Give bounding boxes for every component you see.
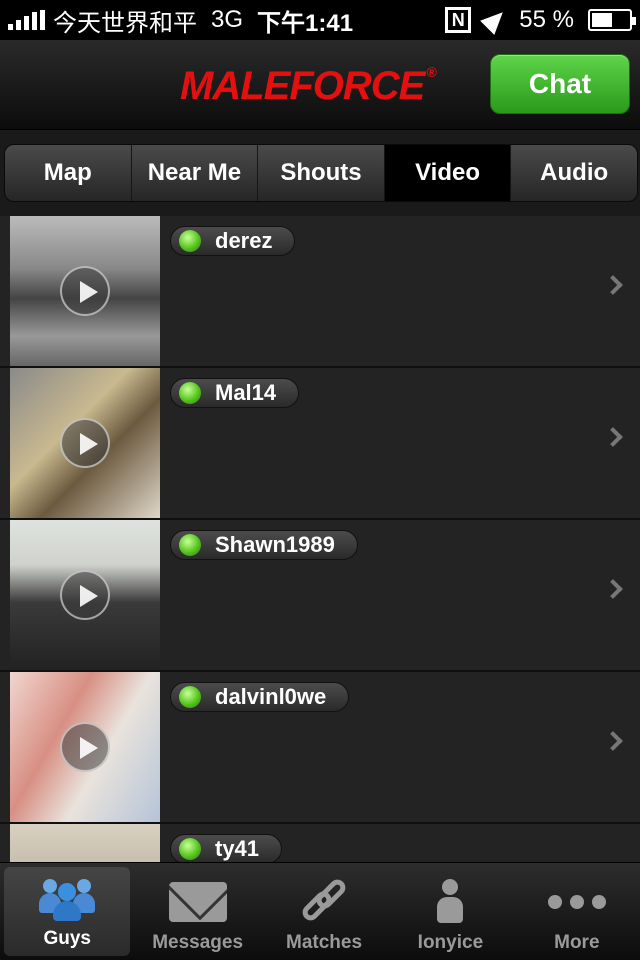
app-header: MALEFORCE ® Chat [0,40,640,130]
play-icon[interactable] [60,570,110,620]
play-icon[interactable] [60,266,110,316]
username-pill: Mal14 [170,378,300,408]
video-user-list: derez Mal14 Shawn1989 dalvinl0we ty41 [0,216,640,862]
users-icon [39,875,96,921]
tabbar-label: More [554,932,600,953]
network-type: 3G [211,6,244,33]
segmented-control: Map Near Me Shouts Video Audio [4,144,638,202]
tabbar-item-more[interactable]: More [514,863,640,960]
battery-percent: 55 % [519,6,574,33]
segmented-control-bar: Map Near Me Shouts Video Audio [0,130,640,216]
carrier-name: 今天世界和平 [53,9,197,37]
more-icon [547,895,606,909]
tab-map[interactable]: Map [5,145,132,201]
tab-audio[interactable]: Audio [511,145,637,201]
username: Shawn1989 [215,532,335,557]
video-thumbnail[interactable] [10,520,160,670]
tabbar-label: Messages [152,932,244,953]
chevron-right-icon [603,427,623,447]
username: ty41 [215,836,260,861]
tab-shouts[interactable]: Shouts [258,145,385,201]
link-icon [299,876,349,926]
chat-button[interactable]: Chat [490,54,630,114]
status-bar: 今天世界和平 3G 下午1:41 N 55 % [0,0,640,40]
online-status-icon [179,534,201,556]
online-status-icon [179,686,201,708]
clock: 下午1:41 [257,9,354,37]
video-thumbnail[interactable] [10,216,160,366]
username-pill: Shawn1989 [170,530,358,560]
network-badge-icon: N [445,7,472,33]
tabbar-item-matches[interactable]: Matches [261,863,387,960]
chevron-right-icon [603,275,623,295]
list-item[interactable]: dalvinl0we [0,672,640,824]
battery-icon [588,9,636,31]
tab-video[interactable]: Video [384,145,512,201]
tabbar-label: Ionyice [417,932,484,953]
username: derez [215,228,273,253]
list-item[interactable]: Shawn1989 [0,520,640,672]
username-pill: derez [170,226,296,256]
chevron-right-icon [603,579,623,599]
list-item[interactable]: ty41 [0,824,640,862]
location-arrow-icon [480,5,511,35]
list-item[interactable]: Mal14 [0,368,640,520]
chevron-right-icon [603,731,623,751]
video-thumbnail[interactable] [10,672,160,822]
username-pill: ty41 [170,834,283,862]
person-icon [435,879,465,925]
username-pill: dalvinl0we [170,682,350,712]
tabbar-item-guys[interactable]: Guys [4,867,131,956]
username: dalvinl0we [215,684,327,709]
tab-near-me[interactable]: Near Me [132,145,259,201]
app-logo: MALEFORCE ® [180,64,437,108]
play-icon[interactable] [60,722,110,772]
list-item[interactable]: derez [0,216,640,368]
tabbar-item-messages[interactable]: Messages [134,863,260,960]
registered-mark: ® [426,64,436,80]
online-status-icon [179,382,201,404]
tabbar-item-profile[interactable]: Ionyice [387,863,513,960]
online-status-icon [179,838,201,860]
envelope-icon [168,882,227,922]
play-icon[interactable] [60,418,110,468]
tabbar-label: Guys [43,928,91,949]
tabbar-label: Matches [286,932,363,953]
bottom-tab-bar: Guys Messages Matches Ionyice More [0,862,640,960]
username: Mal14 [215,380,277,405]
signal-strength-icon [8,10,45,30]
online-status-icon [179,230,201,252]
video-thumbnail[interactable] [10,824,160,862]
video-thumbnail[interactable] [10,368,160,518]
